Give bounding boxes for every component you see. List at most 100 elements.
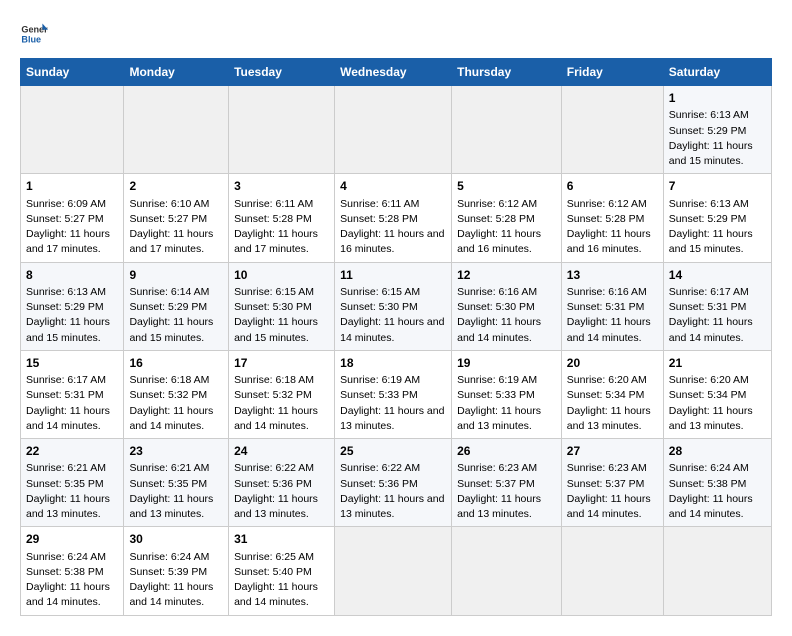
day-number: 13 <box>567 267 658 284</box>
sunrise-label: Sunrise: 6:18 AM <box>129 374 209 386</box>
sunset-label: Sunset: 5:28 PM <box>567 213 645 225</box>
sunrise-label: Sunrise: 6:15 AM <box>234 286 314 298</box>
day-header-monday: Monday <box>124 59 229 86</box>
day-number: 9 <box>129 267 223 284</box>
calendar-cell: 26Sunrise: 6:23 AMSunset: 5:37 PMDayligh… <box>452 439 562 527</box>
sunset-label: Sunset: 5:37 PM <box>457 478 535 490</box>
sunset-label: Sunset: 5:38 PM <box>26 566 104 578</box>
calendar-week-3: 8Sunrise: 6:13 AMSunset: 5:29 PMDaylight… <box>21 262 772 350</box>
daylight-label: Daylight: 11 hours and 13 minutes. <box>457 493 541 520</box>
day-header-thursday: Thursday <box>452 59 562 86</box>
daylight-label: Daylight: 11 hours and 15 minutes. <box>129 316 213 343</box>
sunrise-label: Sunrise: 6:20 AM <box>669 374 749 386</box>
day-header-tuesday: Tuesday <box>229 59 335 86</box>
day-number: 1 <box>669 90 766 107</box>
sunset-label: Sunset: 5:36 PM <box>234 478 312 490</box>
daylight-label: Daylight: 11 hours and 13 minutes. <box>567 405 651 432</box>
sunrise-label: Sunrise: 6:13 AM <box>669 109 749 121</box>
daylight-label: Daylight: 11 hours and 13 minutes. <box>129 493 213 520</box>
daylight-label: Daylight: 11 hours and 15 minutes. <box>669 140 753 167</box>
calendar-cell: 2Sunrise: 6:10 AMSunset: 5:27 PMDaylight… <box>124 174 229 262</box>
sunrise-label: Sunrise: 6:23 AM <box>567 462 647 474</box>
calendar-cell: 4Sunrise: 6:11 AMSunset: 5:28 PMDaylight… <box>335 174 452 262</box>
calendar-week-2: 1Sunrise: 6:09 AMSunset: 5:27 PMDaylight… <box>21 174 772 262</box>
sunrise-label: Sunrise: 6:16 AM <box>457 286 537 298</box>
day-number: 12 <box>457 267 556 284</box>
daylight-label: Daylight: 11 hours and 16 minutes. <box>457 228 541 255</box>
calendar-cell: 31Sunrise: 6:25 AMSunset: 5:40 PMDayligh… <box>229 527 335 615</box>
sunrise-label: Sunrise: 6:24 AM <box>129 551 209 563</box>
sunset-label: Sunset: 5:33 PM <box>457 389 535 401</box>
daylight-label: Daylight: 11 hours and 13 minutes. <box>340 405 444 432</box>
daylight-label: Daylight: 11 hours and 14 minutes. <box>567 316 651 343</box>
sunrise-label: Sunrise: 6:21 AM <box>129 462 209 474</box>
svg-text:Blue: Blue <box>21 34 41 44</box>
day-number: 14 <box>669 267 766 284</box>
daylight-label: Daylight: 11 hours and 17 minutes. <box>26 228 110 255</box>
calendar-cell: 5Sunrise: 6:12 AMSunset: 5:28 PMDaylight… <box>452 174 562 262</box>
day-number: 27 <box>567 443 658 460</box>
sunset-label: Sunset: 5:30 PM <box>340 301 418 313</box>
logo: General Blue <box>20 20 48 48</box>
calendar-cell: 29Sunrise: 6:24 AMSunset: 5:38 PMDayligh… <box>21 527 124 615</box>
day-number: 20 <box>567 355 658 372</box>
calendar-header-row: SundayMondayTuesdayWednesdayThursdayFrid… <box>21 59 772 86</box>
day-header-wednesday: Wednesday <box>335 59 452 86</box>
daylight-label: Daylight: 11 hours and 15 minutes. <box>26 316 110 343</box>
daylight-label: Daylight: 11 hours and 15 minutes. <box>669 228 753 255</box>
sunrise-label: Sunrise: 6:24 AM <box>26 551 106 563</box>
sunset-label: Sunset: 5:37 PM <box>567 478 645 490</box>
daylight-label: Daylight: 11 hours and 13 minutes. <box>234 493 318 520</box>
daylight-label: Daylight: 11 hours and 15 minutes. <box>234 316 318 343</box>
daylight-label: Daylight: 11 hours and 16 minutes. <box>340 228 444 255</box>
calendar-cell <box>335 527 452 615</box>
day-number: 10 <box>234 267 329 284</box>
day-number: 3 <box>234 178 329 195</box>
calendar-cell <box>452 527 562 615</box>
daylight-label: Daylight: 11 hours and 14 minutes. <box>234 581 318 608</box>
calendar-week-1: 1Sunrise: 6:13 AMSunset: 5:29 PMDaylight… <box>21 86 772 174</box>
calendar-cell: 8Sunrise: 6:13 AMSunset: 5:29 PMDaylight… <box>21 262 124 350</box>
daylight-label: Daylight: 11 hours and 13 minutes. <box>669 405 753 432</box>
sunrise-label: Sunrise: 6:17 AM <box>669 286 749 298</box>
day-header-sunday: Sunday <box>21 59 124 86</box>
day-number: 8 <box>26 267 118 284</box>
daylight-label: Daylight: 11 hours and 16 minutes. <box>567 228 651 255</box>
sunrise-label: Sunrise: 6:24 AM <box>669 462 749 474</box>
calendar-cell: 20Sunrise: 6:20 AMSunset: 5:34 PMDayligh… <box>561 350 663 438</box>
daylight-label: Daylight: 11 hours and 14 minutes. <box>457 316 541 343</box>
calendar-cell <box>561 86 663 174</box>
daylight-label: Daylight: 11 hours and 14 minutes. <box>129 581 213 608</box>
daylight-label: Daylight: 11 hours and 13 minutes. <box>457 405 541 432</box>
sunrise-label: Sunrise: 6:19 AM <box>340 374 420 386</box>
sunset-label: Sunset: 5:40 PM <box>234 566 312 578</box>
sunset-label: Sunset: 5:32 PM <box>234 389 312 401</box>
sunrise-label: Sunrise: 6:15 AM <box>340 286 420 298</box>
daylight-label: Daylight: 11 hours and 14 minutes. <box>26 405 110 432</box>
calendar-cell: 19Sunrise: 6:19 AMSunset: 5:33 PMDayligh… <box>452 350 562 438</box>
day-number: 15 <box>26 355 118 372</box>
daylight-label: Daylight: 11 hours and 14 minutes. <box>567 493 651 520</box>
daylight-label: Daylight: 11 hours and 17 minutes. <box>129 228 213 255</box>
sunrise-label: Sunrise: 6:11 AM <box>234 198 313 210</box>
calendar-cell <box>124 86 229 174</box>
sunset-label: Sunset: 5:31 PM <box>26 389 104 401</box>
day-number: 6 <box>567 178 658 195</box>
day-number: 4 <box>340 178 446 195</box>
calendar-week-5: 22Sunrise: 6:21 AMSunset: 5:35 PMDayligh… <box>21 439 772 527</box>
calendar-cell: 7Sunrise: 6:13 AMSunset: 5:29 PMDaylight… <box>663 174 771 262</box>
sunset-label: Sunset: 5:30 PM <box>234 301 312 313</box>
day-number: 22 <box>26 443 118 460</box>
calendar-cell: 12Sunrise: 6:16 AMSunset: 5:30 PMDayligh… <box>452 262 562 350</box>
calendar-cell: 3Sunrise: 6:11 AMSunset: 5:28 PMDaylight… <box>229 174 335 262</box>
sunset-label: Sunset: 5:34 PM <box>567 389 645 401</box>
sunrise-label: Sunrise: 6:12 AM <box>457 198 537 210</box>
calendar-cell <box>21 86 124 174</box>
calendar-cell: 14Sunrise: 6:17 AMSunset: 5:31 PMDayligh… <box>663 262 771 350</box>
sunset-label: Sunset: 5:39 PM <box>129 566 207 578</box>
sunrise-label: Sunrise: 6:18 AM <box>234 374 314 386</box>
daylight-label: Daylight: 11 hours and 14 minutes. <box>129 405 213 432</box>
calendar-cell <box>335 86 452 174</box>
sunrise-label: Sunrise: 6:22 AM <box>340 462 420 474</box>
calendar-cell: 1Sunrise: 6:13 AMSunset: 5:29 PMDaylight… <box>663 86 771 174</box>
